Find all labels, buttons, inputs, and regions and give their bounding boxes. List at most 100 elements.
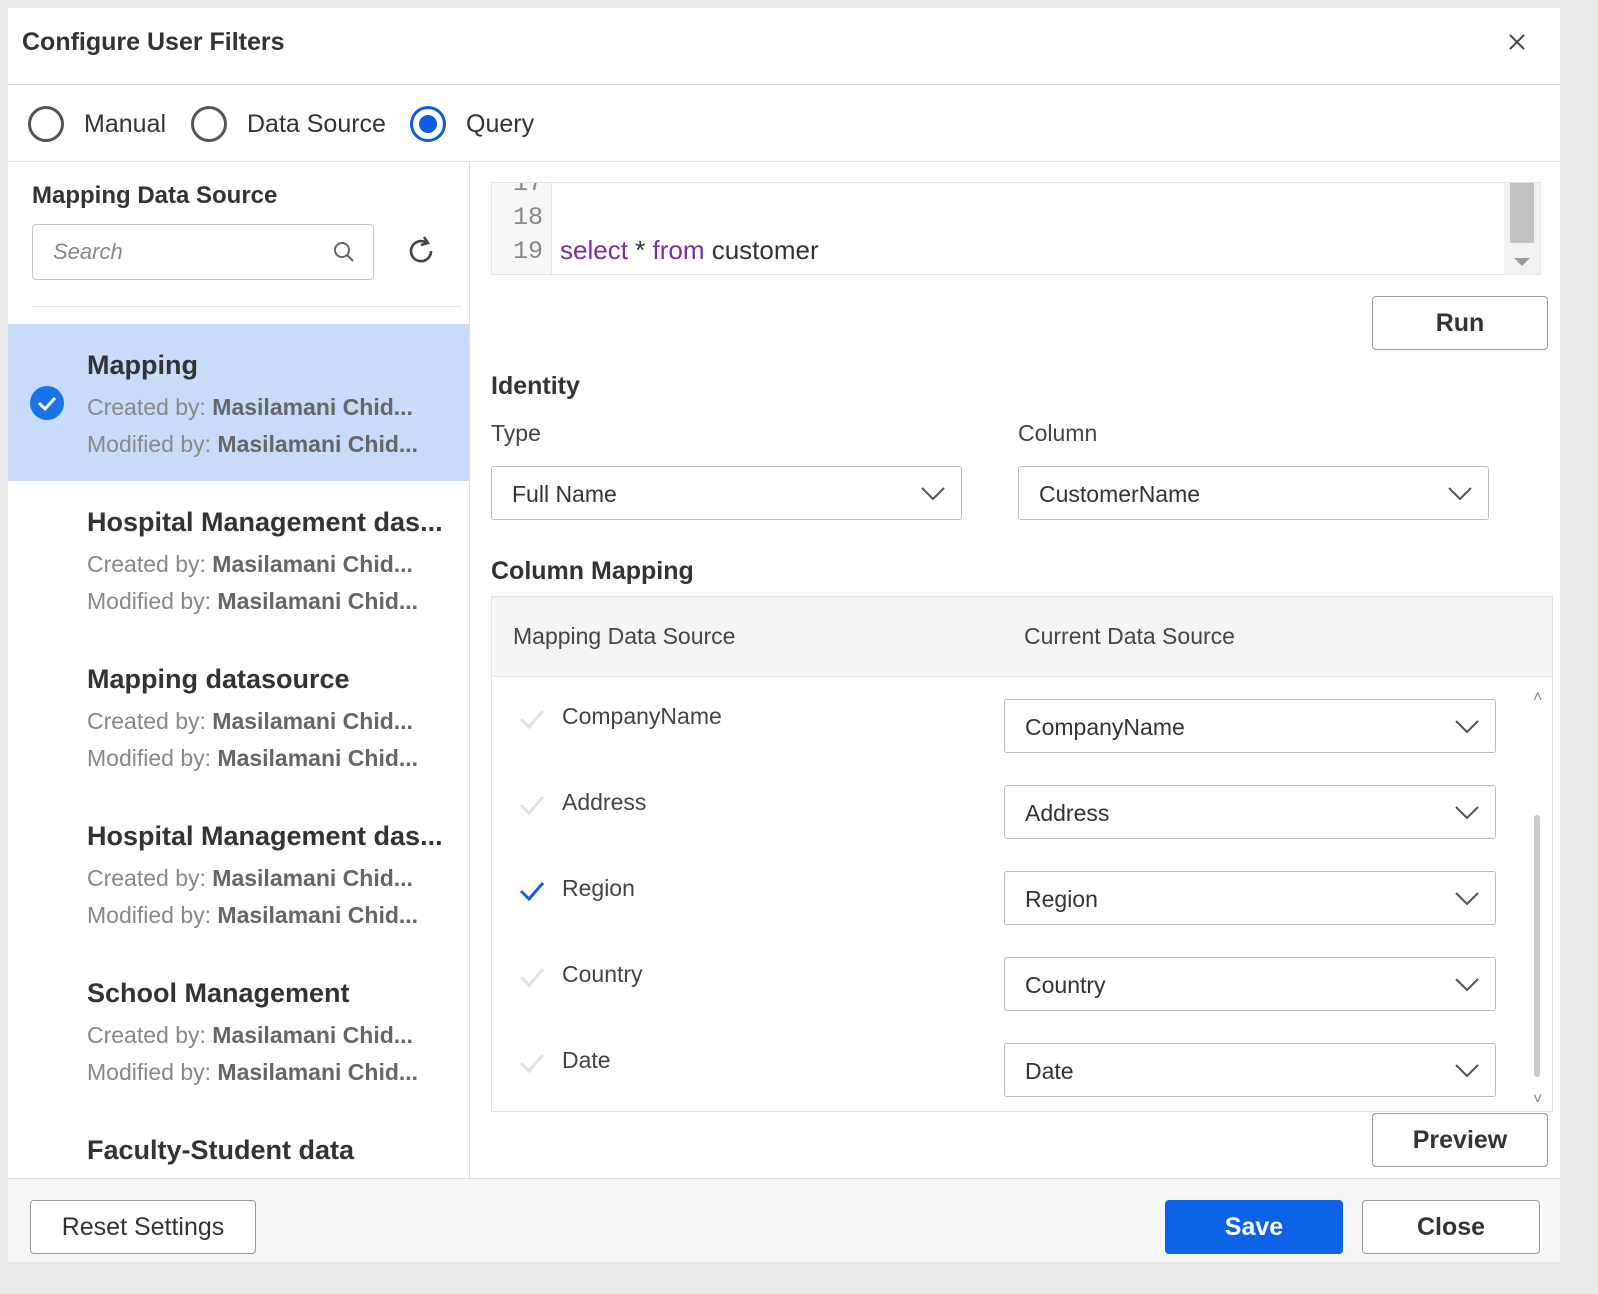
current-source-dropdown[interactable]: CompanyName	[1004, 699, 1496, 753]
header-mapping-source: Mapping Data Source	[513, 623, 736, 649]
radio-label: Manual	[84, 109, 166, 138]
item-modified-by: Modified by: Masilamani Chid...	[87, 588, 419, 614]
scrollbar-thumb[interactable]	[1534, 815, 1540, 1077]
item-name: Hospital Management das...	[87, 507, 443, 537]
mapping-row: Country Country	[492, 941, 1522, 1027]
selected-check-icon	[30, 386, 64, 420]
run-button[interactable]: Run	[1372, 296, 1548, 350]
line-number-gutter: 17 18 19	[492, 182, 552, 274]
chevron-down-icon	[1455, 806, 1479, 820]
list-item[interactable]: School Management Created by: Masilamani…	[8, 952, 469, 1109]
search-input[interactable]	[53, 237, 313, 267]
check-icon[interactable]	[518, 793, 546, 817]
list-item[interactable]: Faculty-Student data	[8, 1109, 469, 1178]
query-config-panel: 17 18 19 select * from customer Run Iden…	[471, 162, 1560, 1178]
chevron-down-icon	[1455, 892, 1479, 906]
chevron-down-icon	[921, 487, 945, 501]
chevron-down-icon	[1455, 1064, 1479, 1078]
check-icon[interactable]	[518, 1051, 546, 1075]
item-modified-by: Modified by: Masilamani Chid...	[87, 902, 419, 928]
list-item[interactable]: Hospital Management das... Created by: M…	[8, 795, 469, 952]
code-line: select * from customer	[560, 235, 819, 265]
line-number: 19	[512, 237, 543, 266]
radio-data-source[interactable]: Data Source	[191, 106, 386, 142]
item-name: Faculty-Student data	[87, 1135, 355, 1165]
mapping-row: Region Region	[492, 855, 1522, 941]
divider	[32, 306, 462, 307]
mapping-row: CompanyName CompanyName	[492, 683, 1522, 769]
close-button[interactable]: Close	[1362, 1200, 1540, 1254]
dropdown-value: Address	[1025, 800, 1110, 826]
search-icon[interactable]	[331, 239, 357, 265]
configure-user-filters-dialog: Configure User Filters Manual Data Sourc…	[8, 8, 1560, 1262]
type-label: Type	[491, 420, 541, 446]
query-editor[interactable]: 17 18 19 select * from customer	[491, 182, 1541, 275]
row-label: Address	[562, 789, 647, 815]
current-source-dropdown[interactable]: Country	[1004, 957, 1496, 1011]
current-source-dropdown[interactable]: Address	[1004, 785, 1496, 839]
dialog-title: Configure User Filters	[22, 28, 285, 56]
chevron-down-icon	[1448, 487, 1472, 501]
item-name: Mapping	[87, 350, 198, 380]
item-created-by: Created by: Masilamani Chid...	[87, 551, 413, 577]
item-created-by: Created by: Masilamani Chid...	[87, 394, 413, 420]
refresh-icon[interactable]	[404, 234, 438, 268]
row-label: Date	[562, 1047, 611, 1073]
radio-manual[interactable]: Manual	[28, 106, 166, 142]
scroll-up-icon[interactable]: ˄	[1533, 689, 1542, 707]
dropdown-value: Date	[1025, 1058, 1074, 1084]
dropdown-value: CompanyName	[1025, 714, 1185, 740]
column-label: Column	[1018, 420, 1098, 446]
radio-label: Query	[466, 109, 535, 138]
reset-settings-button[interactable]: Reset Settings	[30, 1200, 256, 1254]
current-source-dropdown[interactable]: Date	[1004, 1043, 1496, 1097]
mapping-row: Date Date	[492, 1027, 1522, 1113]
current-source-dropdown[interactable]: Region	[1004, 871, 1496, 925]
mode-radio-group: Manual Data Source Query	[8, 86, 1560, 162]
line-number: 17	[512, 182, 543, 198]
identity-title: Identity	[491, 372, 580, 400]
preview-button[interactable]: Preview	[1372, 1113, 1548, 1167]
item-modified-by: Modified by: Masilamani Chid...	[87, 1059, 419, 1085]
dialog-titlebar: Configure User Filters	[8, 8, 1560, 85]
check-icon[interactable]	[518, 965, 546, 989]
check-icon[interactable]	[518, 707, 546, 731]
item-modified-by: Modified by: Masilamani Chid...	[87, 745, 419, 771]
list-item[interactable]: Hospital Management das... Created by: M…	[8, 481, 469, 638]
column-dropdown[interactable]: CustomerName	[1018, 466, 1489, 520]
table-header: Mapping Data Source Current Data Source	[492, 597, 1552, 677]
column-mapping-title: Column Mapping	[491, 557, 694, 585]
item-modified-by: Modified by: Masilamani Chid...	[87, 431, 419, 457]
item-name: Hospital Management das...	[87, 821, 443, 851]
editor-scrollbar[interactable]	[1504, 183, 1540, 274]
dialog-footer: Reset Settings Save Close	[8, 1178, 1560, 1262]
list-item[interactable]: Mapping datasource Created by: Masilaman…	[8, 638, 469, 795]
item-name: School Management	[87, 978, 350, 1008]
save-button[interactable]: Save	[1165, 1200, 1343, 1254]
scrollbar-thumb[interactable]	[1510, 183, 1534, 243]
panel-heading: Mapping Data Source	[32, 182, 278, 209]
data-source-list: Mapping Created by: Masilamani Chid... M…	[8, 324, 469, 1178]
type-dropdown[interactable]: Full Name	[491, 466, 962, 520]
item-created-by: Created by: Masilamani Chid...	[87, 708, 413, 734]
scroll-down-icon[interactable]	[1514, 258, 1530, 266]
dropdown-value: Region	[1025, 886, 1098, 912]
chevron-down-icon	[1455, 978, 1479, 992]
radio-query[interactable]: Query	[410, 106, 534, 142]
close-icon[interactable]	[1500, 26, 1534, 60]
chevron-down-icon	[1455, 720, 1479, 734]
table-scrollbar[interactable]: ˄ ˅	[1530, 689, 1544, 1109]
radio-circle-icon	[28, 106, 64, 142]
line-number: 18	[512, 203, 543, 232]
mapping-row: Address Address	[492, 769, 1522, 855]
item-name: Mapping datasource	[87, 664, 350, 694]
radio-circle-icon	[191, 106, 227, 142]
list-item[interactable]: Mapping Created by: Masilamani Chid... M…	[8, 324, 469, 481]
check-icon[interactable]	[518, 879, 546, 903]
row-label: CompanyName	[562, 703, 722, 729]
scroll-down-icon[interactable]: ˅	[1533, 1091, 1542, 1109]
radio-label: Data Source	[247, 109, 386, 138]
mapping-source-panel: Mapping Data Source Mapping Created by: …	[8, 162, 470, 1178]
dropdown-value: Full Name	[512, 481, 617, 507]
radio-circle-selected-icon	[410, 106, 446, 142]
